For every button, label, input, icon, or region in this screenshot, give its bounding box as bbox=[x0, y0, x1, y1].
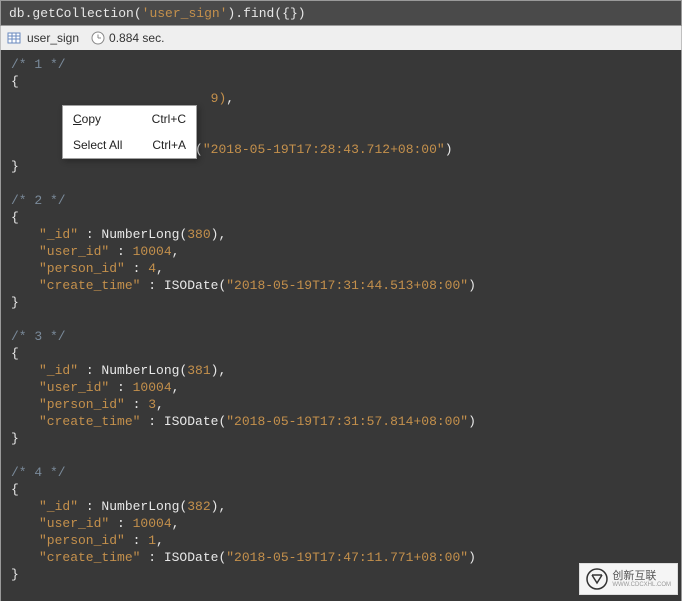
context-menu: Copy Ctrl+C Select All Ctrl+A bbox=[62, 105, 197, 159]
execution-time: 0.884 sec. bbox=[109, 31, 164, 45]
menu-shortcut: Ctrl+C bbox=[152, 112, 186, 126]
menu-item-select-all[interactable]: Select All Ctrl+A bbox=[63, 132, 196, 158]
collection-name: user_sign bbox=[27, 31, 79, 45]
status-bar: user_sign 0.884 sec. bbox=[0, 26, 682, 50]
query-bar[interactable]: db.getCollection('user_sign').find({}) bbox=[0, 0, 682, 26]
menu-shortcut: Ctrl+A bbox=[152, 138, 186, 152]
watermark-logo-icon bbox=[586, 568, 608, 590]
watermark-text-1: 创新互联 bbox=[612, 570, 671, 582]
query-text: db.getCollection('user_sign').find({}) bbox=[9, 6, 306, 21]
clock-icon bbox=[91, 31, 105, 45]
table-icon bbox=[7, 31, 21, 45]
menu-label: Select All bbox=[73, 138, 122, 152]
menu-item-copy[interactable]: Copy Ctrl+C bbox=[63, 106, 196, 132]
watermark-text-2: WWW.CDCXHL.COM bbox=[612, 582, 671, 589]
menu-label: Copy bbox=[73, 112, 101, 126]
watermark: 创新互联 WWW.CDCXHL.COM bbox=[579, 563, 678, 595]
